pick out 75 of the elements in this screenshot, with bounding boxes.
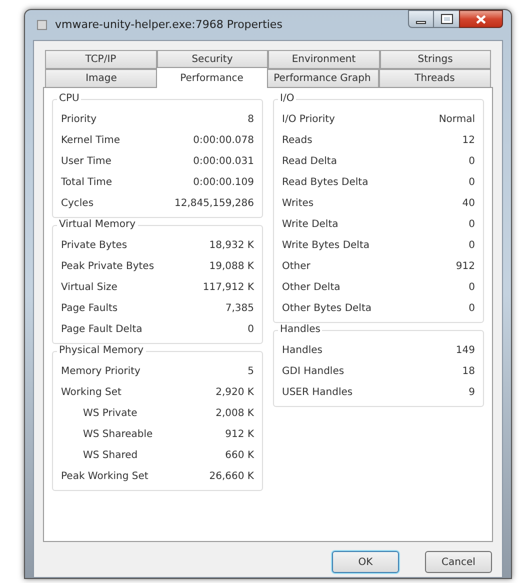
property-value: 149 [456,344,475,358]
property-label: Cycles [61,197,94,211]
property-label: Reads [282,134,312,148]
app-icon [37,20,47,30]
group-title: Physical Memory [57,344,146,358]
property-label: Priority [61,113,97,127]
property-label: Working Set [61,386,122,400]
property-value: 0 [468,239,475,253]
property-value: 660 K [225,449,254,463]
property-label: Writes [282,197,314,211]
property-value: 0 [468,155,475,169]
property-value: Normal [438,113,475,127]
property-value: 18 [462,365,475,379]
property-value: 0:00:00.109 [193,176,254,190]
dialog-button[interactable]: Cancel [425,551,492,573]
property-value: 19,088 K [209,260,254,274]
property-value: 0 [248,323,254,337]
property-value: 5 [248,365,254,379]
property-label: Page Fault Delta [61,323,142,337]
property-value: 12,845,159,286 [174,197,254,211]
maximize-button[interactable] [434,10,459,28]
tab[interactable]: Threads [378,69,491,88]
property-label: Memory Priority [61,365,140,379]
tab[interactable]: TCP/IP [45,50,156,69]
property-value: 0 [468,218,475,232]
property-label: Virtual Size [61,281,118,295]
property-label: I/O Priority [282,113,335,127]
property-label: Peak Private Bytes [61,260,154,274]
property-label: WS Shareable [83,428,153,442]
property-value: 2,008 K [216,407,254,421]
property-label: User Time [61,155,112,169]
property-value: 9 [468,386,475,400]
property-label: Read Delta [282,155,337,169]
tab[interactable]: Image [45,69,158,88]
property-value: 7,385 [225,302,254,316]
property-value: 117,912 K [202,281,254,295]
tab[interactable]: Strings [380,50,491,69]
property-value: 8 [248,113,254,127]
dialog-button[interactable]: OK [332,551,399,573]
property-label: Other Bytes Delta [282,302,372,316]
tab[interactable]: Environment [268,50,380,69]
property-value: 0 [468,281,475,295]
property-label: Peak Working Set [61,470,148,484]
property-label: WS Private [83,407,138,421]
property-label: Other Delta [282,281,340,295]
property-value: 26,660 K [209,470,254,484]
minimize-button[interactable] [408,10,434,28]
property-label: Private Bytes [61,239,128,253]
property-label: Handles [282,344,322,358]
tab[interactable]: Performance Graph [266,69,378,88]
close-button[interactable] [459,10,503,28]
window-title: vmware-unity-helper.exe:7968 Properties [55,16,284,33]
property-value: 2,920 K [216,386,254,400]
property-value: 40 [462,197,475,211]
property-label: Page Faults [61,302,118,316]
property-value: 12 [462,134,475,148]
property-value: 912 [456,260,475,274]
property-value: 0 [468,176,475,190]
property-label: Read Bytes Delta [282,176,368,190]
property-value: 0:00:00.078 [193,134,254,148]
property-label: Other [282,260,310,274]
property-value: 0 [468,302,475,316]
property-label: USER Handles [282,386,353,400]
tab[interactable]: Performance [156,67,268,88]
group-title: Virtual Memory [57,218,138,232]
property-label: Write Delta [282,218,338,232]
property-value: 18,932 K [209,239,254,253]
property-label: GDI Handles [282,365,344,379]
property-label: Kernel Time [61,134,120,148]
close-icon [476,14,486,24]
property-label: Total Time [61,176,112,190]
property-value: 912 K [225,428,254,442]
property-value: 0:00:00.031 [193,155,254,169]
property-label: WS Shared [83,449,138,463]
property-label: Write Bytes Delta [282,239,370,253]
